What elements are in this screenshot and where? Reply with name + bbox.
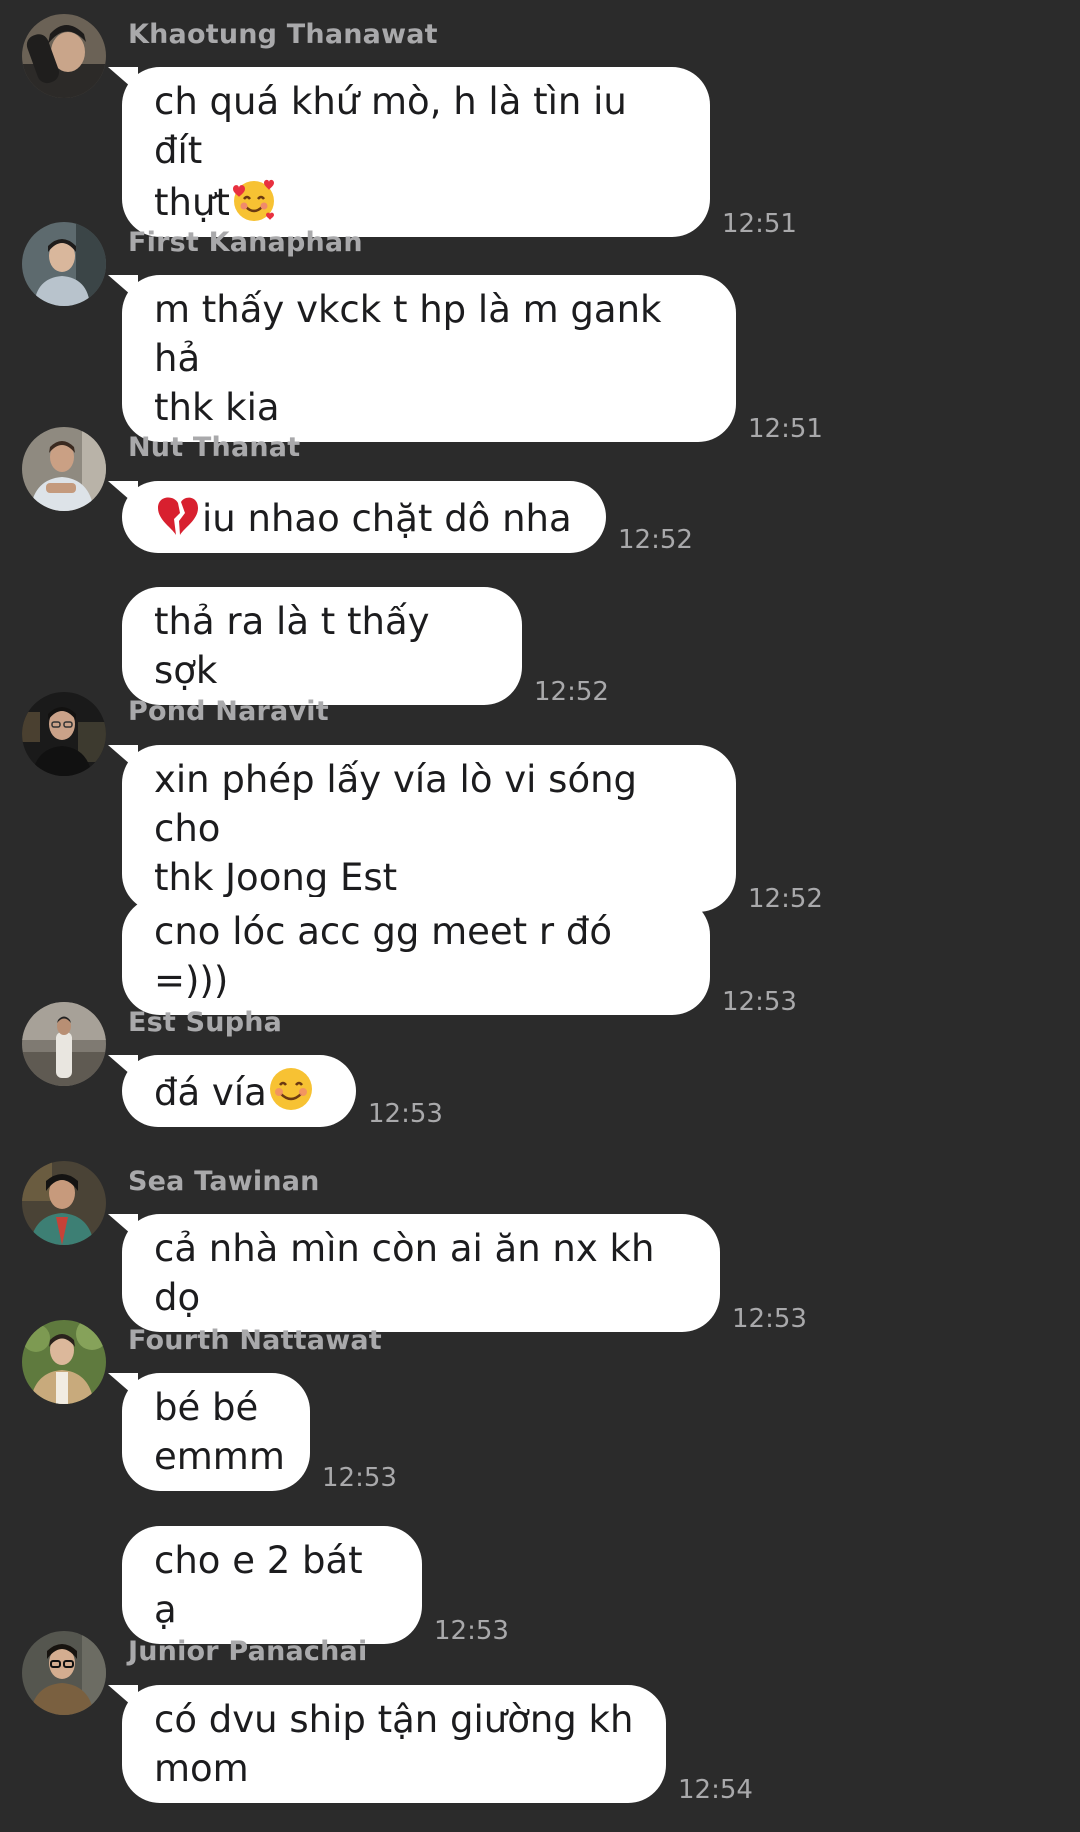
message-row: cho e 2 bát ạ 12:53 (122, 1526, 509, 1646)
message-row: thả ra là t thấy sợk 12:52 (122, 587, 609, 707)
message-row: bé bé emmm 12:53 (122, 1373, 397, 1493)
message-bubble[interactable]: bé bé emmm (122, 1373, 310, 1491)
sender-name: Est Supha (128, 1007, 283, 1038)
message-bubble[interactable]: xin phép lấy vía lò vi sóng cho thk Joon… (122, 745, 736, 912)
avatar-photo-icon (22, 1002, 106, 1086)
message-text: đá vía (154, 1065, 324, 1117)
message-bubble[interactable]: có dvu ship tận giường kh mom (122, 1685, 666, 1803)
message-text: m thấy vkck t hp là m gank hả thk kia (154, 288, 662, 429)
message-row: đá vía 12:53 (122, 1055, 443, 1129)
message-timestamp: 12:53 (722, 987, 797, 1017)
avatar-photo-icon (22, 1631, 106, 1715)
message-timestamp: 12:51 (722, 209, 797, 239)
avatar-photo-icon (22, 1161, 106, 1245)
message-row: xin phép lấy vía lò vi sóng cho thk Joon… (122, 745, 823, 914)
message-timestamp: 12:52 (618, 525, 693, 555)
avatar-photo-icon (22, 427, 106, 511)
message-text: cả nhà mìn còn ai ăn nx kh dọ (154, 1227, 655, 1319)
message-row: iu nhao chặt dô nha 12:52 (122, 481, 693, 555)
message-bubble[interactable]: m thấy vkck t hp là m gank hả thk kia (122, 275, 736, 442)
message-timestamp: 12:53 (732, 1304, 807, 1334)
message-timestamp: 12:52 (534, 677, 609, 707)
message-bubble[interactable]: đá vía (122, 1055, 356, 1127)
message-bubble[interactable]: ch quá khứ mò, h là tìn iu đít thựt (122, 67, 710, 237)
smiling-face-icon (269, 1068, 312, 1110)
avatar-photo-icon (22, 692, 106, 776)
message-text: iu nhao chặt dô nha (154, 491, 574, 543)
avatar-photo-icon (22, 222, 106, 306)
sender-name: Khaotung Thanawat (128, 19, 438, 50)
sender-name: Junior Panachai (128, 1636, 368, 1667)
sender-avatar[interactable] (22, 1002, 106, 1086)
message-text: bé bé emmm (154, 1386, 285, 1478)
message-row: ch quá khứ mò, h là tìn iu đít thựt 12:5… (122, 67, 797, 239)
message-timestamp: 12:53 (434, 1616, 509, 1646)
broken-heart-icon (158, 497, 198, 535)
sender-name: Pond Naravit (128, 696, 329, 727)
message-row: m thấy vkck t hp là m gank hả thk kia 12… (122, 275, 823, 444)
message-text: thả ra là t thấy sợk (154, 600, 430, 692)
sender-name: First Kanaphan (128, 227, 363, 258)
message-text: cho e 2 bát ạ (154, 1539, 363, 1631)
sender-avatar[interactable] (22, 1631, 106, 1715)
sender-avatar[interactable] (22, 1320, 106, 1404)
sender-avatar[interactable] (22, 14, 106, 98)
sender-name: Sea Tawinan (128, 1166, 320, 1197)
avatar-photo-icon (22, 1320, 106, 1404)
message-bubble[interactable]: thả ra là t thấy sợk (122, 587, 522, 705)
message-text: ch quá khứ mò, h là tìn iu đít thựt (154, 80, 627, 224)
message-timestamp: 12:51 (748, 414, 823, 444)
sender-avatar[interactable] (22, 222, 106, 306)
sender-name: Nut Thanat (128, 432, 301, 463)
message-row: cno lóc acc gg meet r đó =))) 12:53 (122, 897, 797, 1017)
message-bubble[interactable]: cho e 2 bát ạ (122, 1526, 422, 1644)
message-bubble[interactable]: cno lóc acc gg meet r đó =))) (122, 897, 710, 1015)
sender-name: Fourth Nattawat (128, 1325, 382, 1356)
message-bubble[interactable]: iu nhao chặt dô nha (122, 481, 606, 553)
message-text: cno lóc acc gg meet r đó =))) (154, 910, 613, 1002)
message-timestamp: 12:53 (368, 1099, 443, 1129)
message-text: xin phép lấy vía lò vi sóng cho thk Joon… (154, 758, 638, 899)
avatar-photo-icon (22, 14, 106, 98)
sender-avatar[interactable] (22, 427, 106, 511)
message-row: cả nhà mìn còn ai ăn nx kh dọ 12:53 (122, 1214, 807, 1334)
message-bubble[interactable]: cả nhà mìn còn ai ăn nx kh dọ (122, 1214, 720, 1332)
message-text: có dvu ship tận giường kh mom (154, 1698, 634, 1790)
smiling-face-with-hearts-icon (232, 179, 274, 221)
sender-avatar[interactable] (22, 692, 106, 776)
message-timestamp: 12:54 (678, 1775, 753, 1805)
sender-avatar[interactable] (22, 1161, 106, 1245)
message-timestamp: 12:53 (322, 1463, 397, 1493)
message-row: có dvu ship tận giường kh mom 12:54 (122, 1685, 753, 1805)
chat-message-list[interactable]: Khaotung Thanawat ch quá khứ mò, h là tì… (0, 0, 1080, 1832)
